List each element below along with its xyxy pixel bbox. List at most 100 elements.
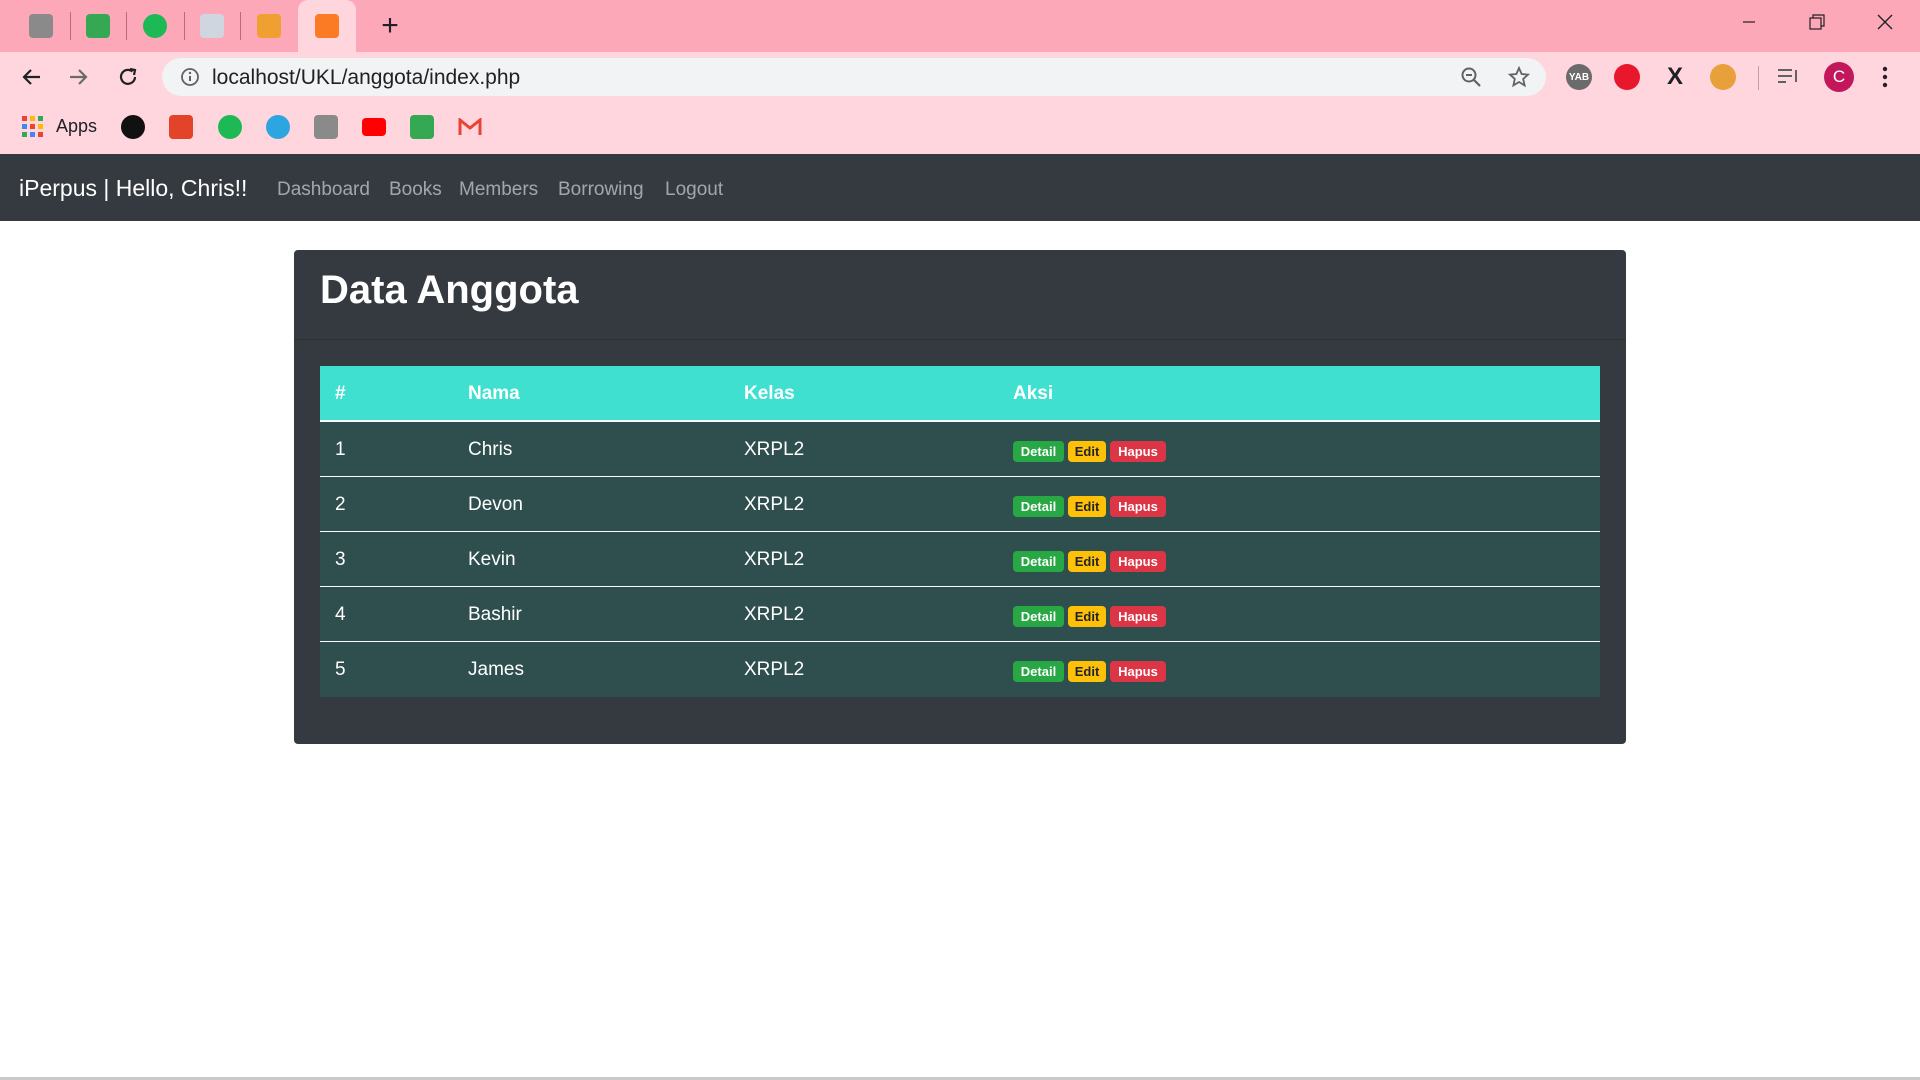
photo-tile-icon [29,14,53,38]
apps-label[interactable]: Apps [56,116,97,137]
reload-icon [119,67,137,85]
forward-button[interactable] [60,58,98,96]
page-title: Data Anggota [320,268,579,312]
toolbar-divider [1758,66,1759,90]
star-icon[interactable] [1508,66,1530,88]
edit-button[interactable]: Edit [1068,441,1106,462]
detail-button[interactable]: Detail [1013,606,1064,627]
x-extension-icon[interactable]: X [1662,63,1688,90]
minimize-button[interactable] [1716,0,1782,44]
timer-30-icon [143,14,167,38]
github-icon[interactable] [121,115,145,139]
hapus-button[interactable]: Hapus [1110,551,1166,572]
table-row: 3 Kevin XRPL2 Detail Edit Hapus [320,532,1600,587]
tab-phpmyadmin[interactable] [250,0,288,52]
tab-separator [126,12,127,40]
hapus-button[interactable]: Hapus [1110,496,1166,517]
row-nama: Kevin [468,549,516,570]
card-header: Data Anggota [294,250,1626,340]
nav-borrowing[interactable]: Borrowing [558,179,644,201]
hapus-button[interactable]: Hapus [1110,606,1166,627]
table-row: 5 James XRPL2 Detail Edit Hapus [320,642,1600,697]
column-header-nama: Nama [468,383,520,404]
column-header-kelas: Kelas [744,383,795,404]
tab-separator [70,12,71,40]
contacts-icon [86,14,110,38]
browser-toolbar: localhost/UKL/anggota/index.php YAB X C [0,52,1920,102]
back-button[interactable] [12,58,50,96]
column-header-aksi: Aksi [1013,383,1054,404]
nav-books[interactable]: Books [389,179,442,201]
url-text[interactable]: localhost/UKL/anggota/index.php [212,66,520,90]
close-window-button[interactable] [1852,0,1918,44]
gitlab-icon[interactable] [169,115,193,139]
edit-button[interactable]: Edit [1068,496,1106,517]
bookmarks-bar: Apps [0,102,1920,154]
hapus-button[interactable]: Hapus [1110,661,1166,682]
arrow-right-icon [70,69,88,85]
row-kelas: XRPL2 [744,549,805,570]
zoom-out-icon[interactable] [1460,66,1482,88]
detail-button[interactable]: Detail [1013,551,1064,572]
edit-button[interactable]: Edit [1068,551,1106,572]
monkey-extension-icon[interactable] [1710,64,1736,90]
members-card: Data Anggota # Nama Kelas Aksi 1 Chris X… [294,250,1626,744]
restore-button[interactable] [1784,0,1850,44]
row-kelas: XRPL2 [744,659,805,680]
row-number: 2 [335,494,346,515]
tab-contacts[interactable] [79,0,117,52]
tab-separator [240,12,241,40]
brand-title[interactable]: iPerpus | Hello, Chris!! [19,175,247,202]
site-navbar: iPerpus | Hello, Chris!! Dashboard Books… [0,154,1920,221]
column-header-number: # [335,383,346,404]
adblock-hand-icon[interactable] [1614,64,1640,90]
edit-button[interactable]: Edit [1068,606,1106,627]
row-nama: Bashir [468,604,522,625]
new-tab-button[interactable]: + [372,8,408,44]
row-number: 1 [335,439,346,460]
tab-book[interactable] [193,0,231,52]
row-kelas: XRPL2 [744,439,805,460]
row-kelas: XRPL2 [744,494,805,515]
book-open-icon [200,14,224,38]
xampp-icon [315,14,339,38]
telegram-icon[interactable] [266,115,290,139]
close-icon [1877,14,1893,30]
media-playlist-icon[interactable] [1776,66,1800,88]
tab-strip: + [0,0,1920,52]
timer-30-icon[interactable] [218,115,242,139]
detail-button[interactable]: Detail [1013,661,1064,682]
contacts-icon[interactable] [410,115,434,139]
tab-separator [184,12,185,40]
table-header: # Nama Kelas Aksi [320,366,1600,422]
table-row: 4 Bashir XRPL2 Detail Edit Hapus [320,587,1600,642]
edit-button[interactable]: Edit [1068,661,1106,682]
minimize-icon [1743,21,1755,23]
address-bar[interactable]: localhost/UKL/anggota/index.php [162,58,1546,96]
youtube-icon[interactable] [362,118,386,136]
detail-button[interactable]: Detail [1013,496,1064,517]
tab-xampp[interactable] [298,0,356,52]
nav-dashboard[interactable]: Dashboard [277,179,370,201]
yab-extension-icon[interactable]: YAB [1566,64,1592,90]
row-nama: Chris [468,439,513,460]
tab-photo[interactable] [22,0,60,52]
kebab-menu-icon[interactable] [1880,65,1890,89]
apps-grid-icon[interactable] [22,116,44,138]
detail-button[interactable]: Detail [1013,441,1064,462]
gmail-icon[interactable] [458,118,482,136]
hapus-button[interactable]: Hapus [1110,441,1166,462]
row-nama: Devon [468,494,523,515]
reload-button[interactable] [109,58,147,96]
table-row: 2 Devon XRPL2 Detail Edit Hapus [320,477,1600,532]
tab-timer[interactable] [136,0,174,52]
phpmyadmin-icon [257,14,281,38]
nav-members[interactable]: Members [459,179,538,201]
nav-logout[interactable]: Logout [665,179,723,201]
row-number: 5 [335,659,346,680]
restore-icon [1809,14,1825,30]
photo-tile-icon[interactable] [314,115,338,139]
row-kelas: XRPL2 [744,604,805,625]
profile-avatar[interactable]: C [1824,62,1854,92]
info-icon[interactable] [180,67,200,87]
